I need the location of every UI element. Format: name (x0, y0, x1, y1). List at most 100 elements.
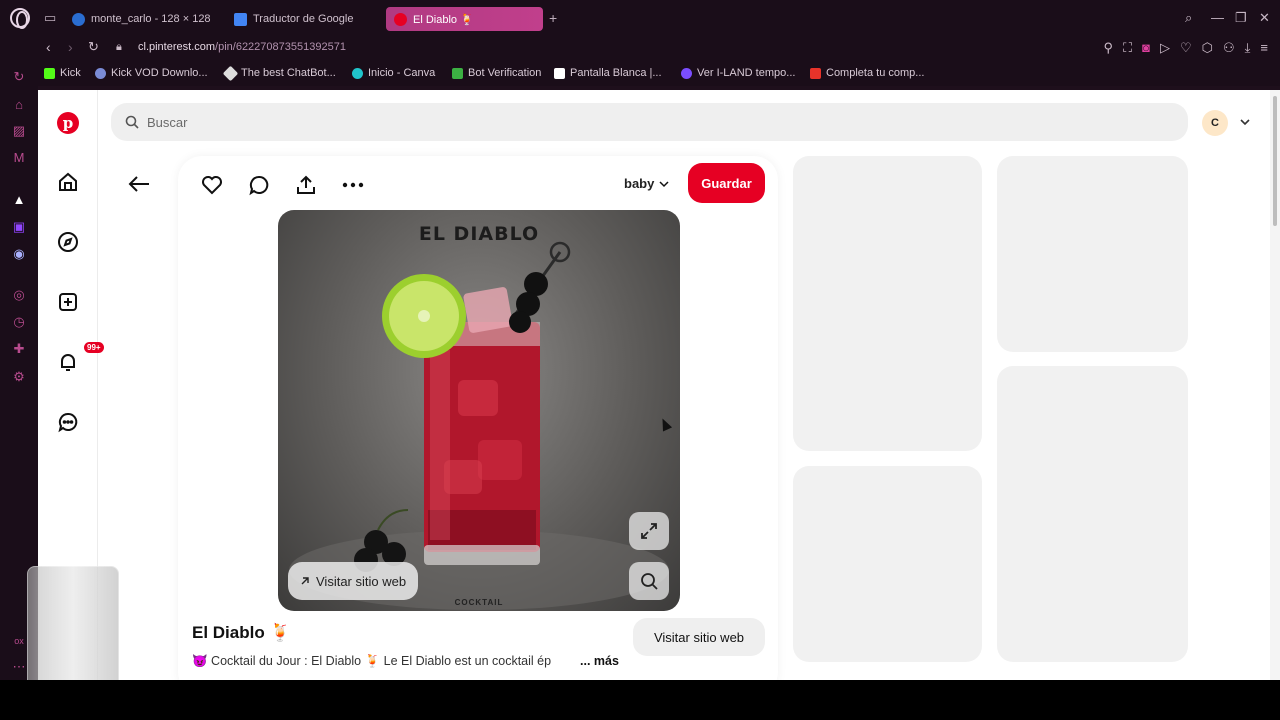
tab-favicon-icon (72, 12, 85, 26)
workspaces-icon[interactable]: ▭ (44, 10, 56, 26)
aria-icon[interactable]: ↻ (12, 70, 26, 84)
discord-icon[interactable]: ◉ (12, 247, 26, 261)
twitch-icon[interactable]: ▣ (12, 220, 26, 234)
save-button[interactable]: Guardar (688, 163, 765, 203)
bookmark-kick-vod[interactable]: Kick VOD Downlo... (95, 67, 208, 79)
bottom-black-bar (0, 680, 1280, 720)
bookmark-i-land[interactable]: Ver I-LAND tempo... (681, 67, 795, 79)
bookmark-kick[interactable]: Kick (44, 67, 81, 79)
bookmark-label: Completa tu comp... (826, 67, 925, 79)
opera-logo-icon[interactable] (10, 8, 30, 29)
bookmark-completa[interactable]: Completa tu comp... (810, 67, 924, 79)
more-link[interactable]: ... más (580, 654, 619, 668)
home-icon[interactable] (56, 170, 80, 194)
player-icon[interactable]: ▷ (1160, 40, 1170, 56)
snapshot-icon[interactable]: ⛶ (1123, 40, 1132, 56)
notifications-icon[interactable]: 99+ (56, 342, 104, 374)
pin-actions (200, 173, 365, 197)
back-nav-icon[interactable]: ‹ (46, 39, 51, 55)
scrollbar-thumb[interactable] (1273, 96, 1277, 226)
canva-icon (352, 67, 363, 79)
chat-icon[interactable]: ⌂ (12, 98, 26, 112)
board-selector[interactable]: baby (624, 176, 670, 191)
aria-ai-icon[interactable]: ▲ (12, 193, 26, 207)
tab-label: monte_carlo - 128 × 128 p (91, 13, 214, 25)
address-bar-row: ‹ › ↻ 🔒︎ cl.pinterest.com/pin/6222708735… (0, 36, 1280, 62)
comment-icon[interactable] (247, 173, 271, 197)
restore-icon[interactable]: ❐ (1235, 10, 1247, 26)
bookmark-label: Inicio - Canva (368, 67, 436, 79)
reload-icon[interactable]: ↻ (88, 39, 99, 55)
browser-window: ▭ monte_carlo - 128 × 128 p Traductor de… (0, 0, 1280, 680)
kick-vod-icon (95, 67, 106, 79)
minimize-icon[interactable]: — (1211, 10, 1224, 25)
tab-monte-carlo[interactable]: monte_carlo - 128 × 128 p (64, 7, 214, 31)
visit-site-overlay-button[interactable]: Visitar sitio web (288, 562, 419, 600)
forward-nav-icon[interactable]: › (68, 39, 73, 55)
gmail-icon[interactable]: M (12, 151, 26, 165)
menu-icon[interactable]: ≡ (1260, 40, 1268, 56)
pinterest-logo-icon[interactable]: p (56, 111, 80, 135)
toolbar-icons: ⚲ ⛶ ◙ ▷ ♡ ⬡ ⚇ ⤓ ≡ (1103, 40, 1268, 56)
shield-icon (452, 67, 463, 79)
favorites-icon[interactable]: ♡ (1180, 40, 1192, 56)
chevron-down-icon[interactable] (1238, 115, 1252, 129)
more-options-icon[interactable] (341, 173, 365, 197)
history-icon[interactable]: ◷ (12, 315, 26, 329)
white-screen-icon (554, 67, 565, 79)
downloads-icon[interactable]: ⤓ (1245, 40, 1251, 56)
messages-icon[interactable] (56, 410, 80, 434)
avatar[interactable]: C (1202, 110, 1228, 136)
bookmark-label: Kick (60, 67, 81, 79)
tab-el-diablo[interactable]: El Diablo 🍹 (386, 7, 543, 31)
extensions-icon[interactable]: ⬡ (1202, 40, 1213, 56)
explore-icon[interactable] (56, 230, 80, 254)
visual-search-icon[interactable] (629, 562, 669, 600)
url-domain: cl.pinterest.com (138, 41, 216, 53)
loading-placeholder (793, 156, 982, 451)
glass-overlay-widget (27, 566, 119, 694)
extensions-sidebar-icon[interactable]: ✚ (12, 342, 26, 356)
notification-badge: 99+ (84, 342, 104, 353)
url-field[interactable]: cl.pinterest.com/pin/622270873551392571 (138, 41, 346, 53)
back-arrow-icon[interactable] (128, 175, 150, 193)
share-icon[interactable] (294, 173, 318, 197)
svg-text:p: p (63, 114, 74, 132)
close-icon[interactable]: ✕ (1259, 10, 1270, 26)
bookmark-chatbot[interactable]: The best ChatBot... (222, 65, 336, 81)
new-tab-button[interactable]: + (549, 10, 557, 26)
heart-icon[interactable] (200, 173, 224, 197)
board-name: baby (624, 176, 655, 191)
url-path: /pin/622270873551392571 (215, 41, 346, 53)
bookmark-label: Kick VOD Downlo... (111, 67, 208, 79)
bookmark-bot-verification[interactable]: Bot Verification (452, 67, 541, 79)
loading-placeholder (793, 466, 982, 662)
expand-icon[interactable] (629, 512, 669, 550)
image-icon[interactable]: ▨ (12, 124, 26, 138)
pin-extension-icon[interactable]: ⚲ (1103, 40, 1113, 56)
search-tabs-icon[interactable]: ⌕ (1185, 10, 1192, 26)
bookmark-label: The best ChatBot... (241, 67, 336, 79)
completa-icon (810, 67, 821, 79)
page-scrollbar[interactable] (1270, 90, 1280, 680)
search-input[interactable]: Buscar (111, 103, 1188, 141)
x-sidebar-icon[interactable]: ox (12, 634, 26, 648)
pin-image[interactable]: EL DIABLO COCKTAIL Visitar sitio web (278, 210, 680, 611)
tab-google-translate[interactable]: Traductor de Google (226, 7, 376, 31)
tab-label: El Diablo 🍹 (413, 13, 474, 26)
loading-placeholder (997, 156, 1188, 352)
profile-icon[interactable]: ⚇ (1223, 40, 1235, 56)
instagram-icon[interactable]: ◎ (12, 288, 26, 302)
pocket-icon[interactable]: ◙ (1142, 40, 1150, 56)
arrow-up-right-icon (301, 577, 309, 585)
lock-icon: 🔒︎ (116, 41, 122, 53)
visit-overlay-label: Visitar sitio web (316, 573, 407, 589)
cocktail-illustration (289, 241, 669, 610)
more-sidebar-icon[interactable]: ⋯ (12, 660, 26, 674)
bookmark-canva[interactable]: Inicio - Canva (352, 67, 435, 79)
create-icon[interactable] (56, 290, 80, 314)
tab-favicon-icon (234, 12, 247, 26)
settings-icon[interactable]: ⚙ (12, 370, 26, 384)
bookmark-pantalla-blanca[interactable]: Pantalla Blanca |... (554, 67, 662, 79)
visit-site-button[interactable]: Visitar sitio web (633, 618, 765, 656)
